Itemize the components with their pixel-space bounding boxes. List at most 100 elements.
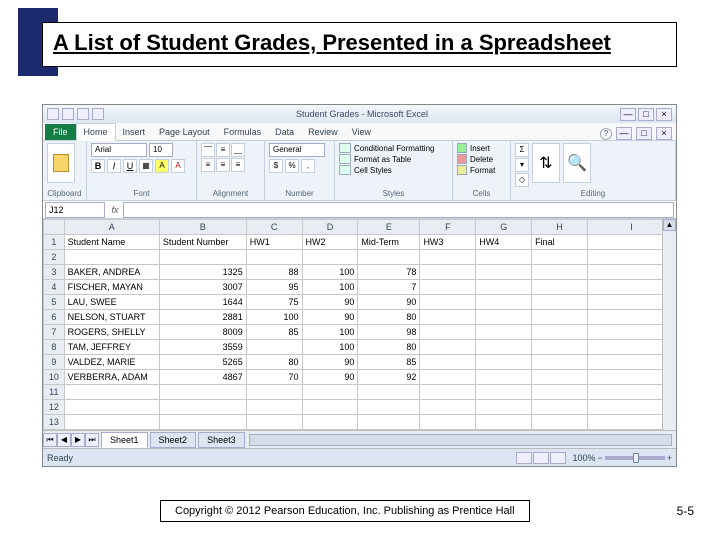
number-format-dropdown[interactable]: General bbox=[269, 143, 325, 157]
cell[interactable] bbox=[420, 400, 476, 415]
cell[interactable]: HW3 bbox=[420, 235, 476, 250]
cell[interactable] bbox=[476, 415, 532, 430]
cell[interactable] bbox=[246, 415, 302, 430]
align-middle-button[interactable]: ≡ bbox=[216, 143, 230, 157]
cell[interactable]: BAKER, ANDREA bbox=[64, 265, 159, 280]
cell[interactable] bbox=[420, 310, 476, 325]
cell[interactable] bbox=[532, 310, 588, 325]
sheet-tab[interactable]: Sheet1 bbox=[101, 432, 148, 448]
cell[interactable] bbox=[64, 415, 159, 430]
undo-icon[interactable] bbox=[77, 108, 89, 120]
bold-button[interactable]: B bbox=[91, 159, 105, 173]
cell[interactable] bbox=[159, 400, 246, 415]
tab-home[interactable]: Home bbox=[76, 123, 116, 141]
minimize-button[interactable]: — bbox=[620, 108, 636, 121]
cell[interactable]: 8009 bbox=[159, 325, 246, 340]
cell[interactable] bbox=[64, 250, 159, 265]
cell[interactable]: 90 bbox=[358, 295, 420, 310]
cell[interactable] bbox=[532, 370, 588, 385]
cell[interactable] bbox=[159, 385, 246, 400]
workbook-close-button[interactable]: × bbox=[656, 127, 672, 140]
paste-button[interactable] bbox=[47, 143, 75, 183]
cell[interactable] bbox=[358, 415, 420, 430]
cell[interactable] bbox=[302, 385, 358, 400]
find-select-button[interactable]: 🔍 bbox=[563, 143, 591, 183]
cell[interactable] bbox=[532, 355, 588, 370]
tab-page-layout[interactable]: Page Layout bbox=[152, 124, 217, 140]
cell[interactable]: VALDEZ, MARIE bbox=[64, 355, 159, 370]
zoom-thumb[interactable] bbox=[633, 453, 639, 463]
select-all-corner[interactable] bbox=[44, 220, 65, 235]
cell[interactable] bbox=[246, 340, 302, 355]
cell[interactable] bbox=[358, 250, 420, 265]
tab-nav-next[interactable]: ▶ bbox=[71, 433, 85, 447]
fill-color-button[interactable]: A bbox=[155, 159, 169, 173]
page-break-view-button[interactable] bbox=[550, 452, 566, 464]
font-color-button[interactable]: A bbox=[171, 159, 185, 173]
cell[interactable]: 100 bbox=[246, 310, 302, 325]
zoom-in-button[interactable]: + bbox=[667, 453, 672, 463]
currency-button[interactable]: $ bbox=[269, 159, 283, 173]
cell[interactable] bbox=[532, 385, 588, 400]
cell[interactable]: ROGERS, SHELLY bbox=[64, 325, 159, 340]
cell[interactable]: 90 bbox=[302, 355, 358, 370]
cell[interactable] bbox=[420, 415, 476, 430]
cell[interactable] bbox=[532, 280, 588, 295]
cell[interactable] bbox=[358, 400, 420, 415]
vertical-scrollbar[interactable]: ▲ bbox=[662, 219, 676, 430]
cell[interactable]: 98 bbox=[358, 325, 420, 340]
cell[interactable]: 100 bbox=[302, 265, 358, 280]
sheet-tab[interactable]: Sheet3 bbox=[198, 432, 245, 448]
sort-filter-button[interactable]: ⇅ bbox=[532, 143, 560, 183]
col-header[interactable]: B bbox=[159, 220, 246, 235]
comma-button[interactable]: , bbox=[301, 159, 315, 173]
row-header[interactable]: 8 bbox=[44, 340, 65, 355]
cell[interactable]: 100 bbox=[302, 340, 358, 355]
zoom-control[interactable]: 100% − + bbox=[572, 453, 672, 463]
cell[interactable]: Mid-Term bbox=[358, 235, 420, 250]
cell[interactable] bbox=[302, 400, 358, 415]
cell[interactable] bbox=[476, 340, 532, 355]
cell[interactable] bbox=[246, 385, 302, 400]
cell[interactable] bbox=[532, 400, 588, 415]
tab-insert[interactable]: Insert bbox=[116, 124, 153, 140]
cell[interactable] bbox=[420, 325, 476, 340]
cell[interactable]: 80 bbox=[358, 340, 420, 355]
tab-formulas[interactable]: Formulas bbox=[217, 124, 269, 140]
col-header[interactable]: G bbox=[476, 220, 532, 235]
col-header[interactable]: H bbox=[532, 220, 588, 235]
cell[interactable]: HW1 bbox=[246, 235, 302, 250]
cell[interactable]: Student Name bbox=[64, 235, 159, 250]
align-center-button[interactable]: ≡ bbox=[216, 158, 230, 172]
conditional-formatting-button[interactable]: Conditional Formatting bbox=[339, 143, 448, 153]
row-header[interactable]: 4 bbox=[44, 280, 65, 295]
cell[interactable]: 80 bbox=[358, 310, 420, 325]
align-right-button[interactable]: ≡ bbox=[231, 158, 245, 172]
cell[interactable]: 2881 bbox=[159, 310, 246, 325]
cell[interactable] bbox=[532, 415, 588, 430]
underline-button[interactable]: U bbox=[123, 159, 137, 173]
delete-cells-button[interactable]: Delete bbox=[457, 154, 506, 164]
row-header[interactable]: 11 bbox=[44, 385, 65, 400]
cell[interactable]: 88 bbox=[246, 265, 302, 280]
cell[interactable] bbox=[476, 280, 532, 295]
col-header[interactable]: C bbox=[246, 220, 302, 235]
cell[interactable] bbox=[532, 340, 588, 355]
cell[interactable]: 92 bbox=[358, 370, 420, 385]
cell[interactable] bbox=[420, 265, 476, 280]
formula-input[interactable] bbox=[123, 202, 674, 218]
align-left-button[interactable]: ≡ bbox=[201, 158, 215, 172]
format-cells-button[interactable]: Format bbox=[457, 165, 506, 175]
col-header[interactable]: A bbox=[64, 220, 159, 235]
clear-button[interactable]: ◇ bbox=[515, 173, 529, 187]
cell[interactable]: HW2 bbox=[302, 235, 358, 250]
autosum-button[interactable]: Σ bbox=[515, 143, 529, 157]
cell[interactable] bbox=[420, 295, 476, 310]
page-layout-view-button[interactable] bbox=[533, 452, 549, 464]
cell[interactable] bbox=[532, 325, 588, 340]
file-tab[interactable]: File bbox=[45, 124, 76, 140]
cell[interactable] bbox=[420, 280, 476, 295]
row-header[interactable]: 2 bbox=[44, 250, 65, 265]
cell[interactable] bbox=[532, 265, 588, 280]
tab-view[interactable]: View bbox=[345, 124, 378, 140]
